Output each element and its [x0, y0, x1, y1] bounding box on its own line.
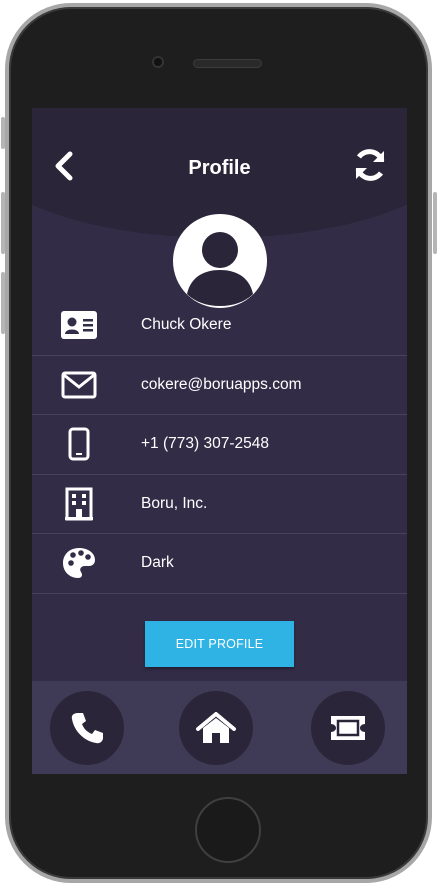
page-title: Profile: [188, 157, 251, 179]
profile-row-company: Boru, Inc.: [32, 475, 407, 534]
ticket-icon: [331, 716, 365, 740]
profile-phone: +1 (773) 307-2548: [141, 435, 269, 453]
envelope-icon: [60, 368, 98, 402]
palette-icon: [60, 546, 98, 580]
app-screen: Profile Chuck Okere cokere@boruapps.com …: [32, 108, 407, 774]
profile-row-email: cokere@boruapps.com: [32, 356, 407, 415]
profile-email: cokere@boruapps.com: [141, 375, 302, 393]
refresh-button[interactable]: [352, 146, 388, 184]
phone-icon: [71, 713, 103, 744]
front-camera: [152, 56, 164, 68]
id-card-icon: [60, 308, 98, 342]
profile-avatar: [173, 214, 267, 308]
side-button-power: [433, 192, 437, 254]
side-button-volume-up: [1, 192, 5, 254]
mobile-phone-icon: [60, 427, 98, 461]
profile-row-name: Chuck Okere: [32, 296, 407, 356]
profile-name: Chuck Okere: [141, 316, 232, 334]
earpiece-speaker: [193, 59, 262, 68]
side-button-volume-down: [1, 272, 5, 334]
home-hardware-button[interactable]: [195, 797, 261, 863]
nav-home-button[interactable]: [179, 691, 253, 765]
profile-row-theme: Dark: [32, 534, 407, 594]
nav-phone-button[interactable]: [50, 691, 124, 765]
bottom-nav-bar: [32, 681, 407, 774]
refresh-icon: [355, 149, 385, 181]
side-button-mute: [1, 117, 5, 149]
home-icon: [196, 712, 236, 743]
profile-theme: Dark: [141, 554, 174, 572]
edit-profile-button[interactable]: EDIT PROFILE: [145, 621, 294, 667]
profile-row-phone: +1 (773) 307-2548: [32, 415, 407, 475]
nav-ticket-button[interactable]: [311, 691, 385, 765]
user-avatar-icon: [187, 232, 253, 306]
building-icon: [60, 487, 98, 521]
profile-company: Boru, Inc.: [141, 494, 208, 512]
profile-details-list: Chuck Okere cokere@boruapps.com +1 (773)…: [32, 296, 407, 594]
